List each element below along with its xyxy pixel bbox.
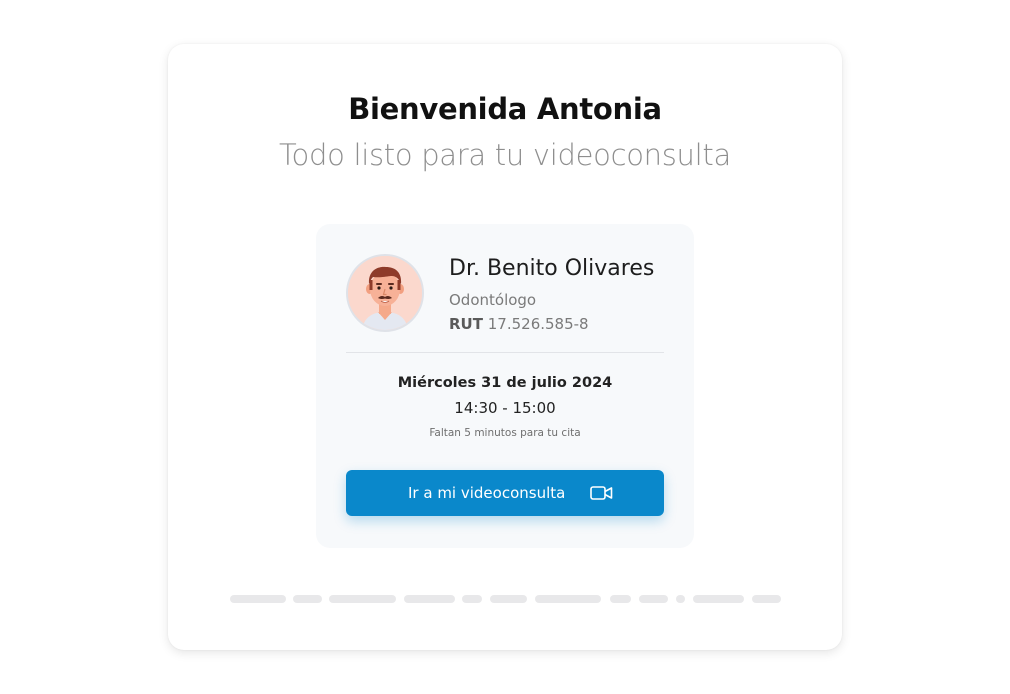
rut-value: 17.526.585-8 bbox=[487, 315, 589, 333]
doctor-name: Dr. Benito Olivares bbox=[449, 256, 655, 281]
skeleton-bar bbox=[329, 595, 396, 603]
appointment-countdown: Faltan 5 minutos para tu cita bbox=[429, 427, 581, 439]
skeleton-bar bbox=[639, 595, 668, 603]
skeleton-bar bbox=[293, 595, 322, 603]
skeleton-bar bbox=[404, 595, 455, 603]
welcome-card: Bienvenida Antonia Todo listo para tu vi… bbox=[168, 44, 842, 650]
welcome-title: Bienvenida Antonia bbox=[348, 92, 662, 126]
doctor-avatar-icon bbox=[346, 254, 424, 332]
skeleton-bar bbox=[610, 595, 631, 603]
welcome-subtitle: Todo listo para tu videoconsulta bbox=[279, 138, 731, 172]
appointment-time: 14:30 - 15:00 bbox=[454, 399, 556, 417]
video-camera-icon bbox=[590, 485, 614, 501]
appointment-date: Miércoles 31 de julio 2024 bbox=[397, 375, 613, 391]
rut-label: RUT bbox=[449, 315, 483, 333]
doctor-rut: RUT 17.526.585-8 bbox=[449, 315, 589, 333]
skeleton-bar bbox=[490, 595, 527, 603]
skeleton-bar bbox=[676, 595, 685, 603]
skeleton-bar bbox=[693, 595, 744, 603]
skeleton-bar bbox=[462, 595, 482, 603]
skeleton-bar bbox=[752, 595, 781, 603]
appointment-card: Dr. Benito Olivares Odontólogo RUT 17.52… bbox=[316, 224, 694, 548]
card-divider bbox=[346, 352, 664, 353]
join-button-label: Ir a mi videoconsulta bbox=[408, 484, 566, 502]
doctor-specialty: Odontólogo bbox=[449, 291, 537, 309]
skeleton-bar bbox=[535, 595, 601, 603]
skeleton-bar bbox=[230, 595, 286, 603]
join-videoconsulta-button[interactable]: Ir a mi videoconsulta bbox=[346, 470, 664, 516]
